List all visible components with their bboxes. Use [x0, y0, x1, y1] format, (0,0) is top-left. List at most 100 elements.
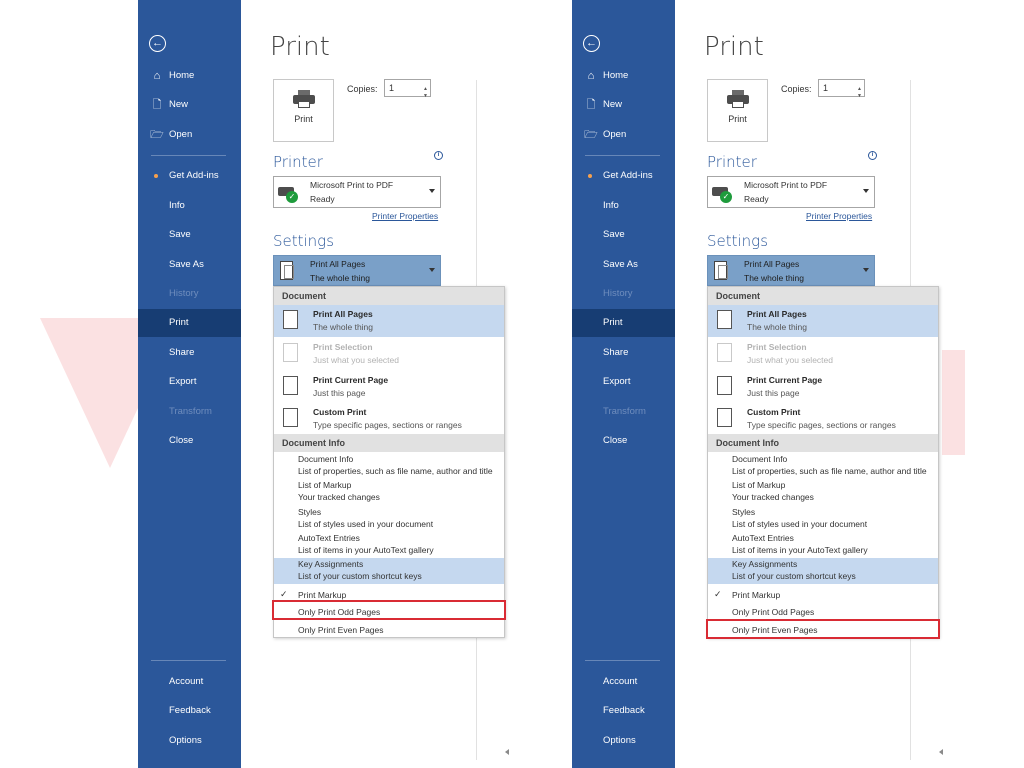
menu-item-print-all-pages[interactable]: Print All Pages The whole thing: [274, 305, 504, 337]
all-pages-icon: [283, 310, 298, 329]
print-range-menu: Document Print All Pages The whole thing…: [707, 286, 939, 638]
menu-item-print-current-page[interactable]: Print Current Page Just this page: [708, 371, 938, 403]
spin-down-icon[interactable]: ▼: [857, 88, 862, 104]
printer-icon: [292, 90, 315, 108]
menu-item-print-markup[interactable]: ✓ Print Markup: [708, 587, 938, 603]
copies-stepper[interactable]: 1 ▲ ▼: [384, 79, 431, 99]
sidebar-item-save-as[interactable]: Save As: [138, 251, 241, 279]
sidebar-item-feedback[interactable]: Feedback: [138, 697, 241, 725]
menu-item-autotext-entries[interactable]: AutoText Entries List of items in your A…: [708, 532, 938, 558]
printer-ready-icon: ✓: [712, 183, 734, 203]
info-icon[interactable]: i: [868, 151, 877, 160]
menu-item-only-print-even-pages[interactable]: Only Print Even Pages: [274, 622, 504, 638]
chevron-down-icon: [429, 189, 435, 193]
sidebar-item-home[interactable]: ⌂ Home: [138, 62, 241, 90]
menu-item-only-print-odd-pages[interactable]: Only Print Odd Pages: [708, 604, 938, 620]
sidebar-item-home[interactable]: ⌂ Home: [572, 62, 675, 90]
custom-print-icon: [283, 408, 298, 427]
back-arrow-icon[interactable]: ←: [583, 35, 600, 52]
menu-item-print-all-pages[interactable]: Print All Pages The whole thing: [708, 305, 938, 337]
sidebar-item-open[interactable]: 🗁 Open: [572, 121, 675, 149]
menu-item-document-info[interactable]: Document Info List of properties, such a…: [274, 453, 504, 479]
new-document-icon: 🗋: [152, 99, 162, 111]
menu-item-styles[interactable]: Styles List of styles used in your docum…: [274, 506, 504, 532]
sidebar-item-new[interactable]: 🗋 New: [138, 91, 241, 119]
printer-status: Ready: [744, 194, 769, 204]
printer-dropdown[interactable]: ✓ Microsoft Print to PDF Ready: [273, 176, 441, 208]
sidebar-divider: [151, 155, 226, 156]
new-document-icon: 🗋: [586, 99, 596, 111]
printer-ready-icon: ✓: [278, 183, 300, 203]
menu-item-custom-print[interactable]: Custom Print Type specific pages, sectio…: [708, 403, 938, 435]
printer-dropdown[interactable]: ✓ Microsoft Print to PDF Ready: [707, 176, 875, 208]
backstage-sidebar: ← ⌂ Home 🗋 New 🗁 Open Get Add-ins Info Save…: [572, 0, 675, 768]
print-button[interactable]: Print: [707, 79, 768, 142]
page-title: Print: [704, 32, 764, 62]
menu-section-document: Document: [274, 287, 504, 305]
sidebar-item-export[interactable]: Export: [138, 368, 241, 396]
menu-item-styles[interactable]: Styles List of styles used in your docum…: [708, 506, 938, 532]
sidebar-item-share[interactable]: Share: [572, 339, 675, 367]
sidebar-item-options[interactable]: Options: [572, 727, 675, 755]
sidebar-item-info[interactable]: Info: [138, 192, 241, 220]
sidebar-item-transform: Transform: [603, 406, 646, 417]
sidebar-item-account[interactable]: Account: [572, 668, 675, 696]
scroll-left-icon[interactable]: [505, 749, 509, 755]
copies-value: 1: [823, 83, 829, 93]
menu-item-custom-print[interactable]: Custom Print Type specific pages, sectio…: [274, 403, 504, 435]
selection-icon: [283, 343, 298, 362]
menu-item-key-assignments[interactable]: Key Assignments List of your custom shor…: [274, 558, 504, 584]
print-button-label: Print: [728, 114, 747, 124]
sidebar-item-share[interactable]: Share: [138, 339, 241, 367]
sidebar-item-history: History: [603, 288, 633, 299]
menu-item-document-info[interactable]: Document Info List of properties, such a…: [708, 453, 938, 479]
info-icon[interactable]: i: [434, 151, 443, 160]
sidebar-item-print[interactable]: Print: [572, 309, 675, 337]
highlight-box-even-pages: [706, 619, 940, 639]
sidebar-item-open[interactable]: 🗁 Open: [138, 121, 241, 149]
back-arrow-icon[interactable]: ←: [149, 35, 166, 52]
printer-properties-link[interactable]: Printer Properties: [372, 211, 438, 221]
print-button[interactable]: Print: [273, 79, 334, 142]
sidebar-item-export[interactable]: Export: [572, 368, 675, 396]
sidebar-item-close[interactable]: Close: [572, 427, 675, 455]
print-range-dropdown[interactable]: Print All Pages The whole thing: [707, 255, 875, 286]
addins-dot-icon: [588, 174, 592, 178]
screenshot-canvas: ← ⌂ Home 🗋 New 🗁 Open Get Add-ins Info Save…: [0, 0, 1024, 768]
chevron-down-icon: [429, 268, 435, 272]
sidebar-item-get-add-ins[interactable]: Get Add-ins: [572, 162, 675, 190]
print-range-menu: Document Print All Pages The whole thing…: [273, 286, 505, 638]
print-panel-even: ← ⌂ Home 🗋 New 🗁 Open Get Add-ins Info Save…: [572, 0, 943, 768]
spin-down-icon[interactable]: ▼: [423, 88, 428, 104]
current-page-icon: [283, 376, 298, 395]
print-range-title: Print All Pages: [310, 259, 366, 269]
home-icon: ⌂: [153, 70, 161, 82]
menu-item-key-assignments[interactable]: Key Assignments List of your custom shor…: [708, 558, 938, 584]
menu-item-autotext-entries[interactable]: AutoText Entries List of items in your A…: [274, 532, 504, 558]
sidebar-item-save[interactable]: Save: [572, 221, 675, 249]
print-range-dropdown[interactable]: Print All Pages The whole thing: [273, 255, 441, 286]
sidebar-item-close[interactable]: Close: [138, 427, 241, 455]
menu-item-list-of-markup[interactable]: List of Markup Your tracked changes: [274, 479, 504, 505]
sidebar-item-options[interactable]: Options: [138, 727, 241, 755]
sidebar-item-print[interactable]: Print: [138, 309, 241, 337]
sidebar-item-get-add-ins[interactable]: Get Add-ins: [138, 162, 241, 190]
settings-heading: Settings: [273, 232, 335, 250]
menu-item-print-current-page[interactable]: Print Current Page Just this page: [274, 371, 504, 403]
copies-stepper[interactable]: 1 ▲ ▼: [818, 79, 865, 99]
menu-item-list-of-markup[interactable]: List of Markup Your tracked changes: [708, 479, 938, 505]
print-range-subtitle: The whole thing: [310, 273, 371, 283]
sidebar-item-info[interactable]: Info: [572, 192, 675, 220]
home-icon: ⌂: [587, 70, 595, 82]
sidebar-item-new[interactable]: 🗋 New: [572, 91, 675, 119]
printer-name: Microsoft Print to PDF: [310, 180, 394, 190]
sidebar-item-feedback[interactable]: Feedback: [572, 697, 675, 725]
copies-label: Copies:: [347, 84, 378, 94]
sidebar-item-account[interactable]: Account: [138, 668, 241, 696]
printer-properties-link[interactable]: Printer Properties: [806, 211, 872, 221]
custom-print-icon: [717, 408, 732, 427]
scroll-left-icon[interactable]: [939, 749, 943, 755]
sidebar-item-save[interactable]: Save: [138, 221, 241, 249]
sidebar-item-save-as[interactable]: Save As: [572, 251, 675, 279]
sidebar-item-transform: Transform: [169, 406, 212, 417]
